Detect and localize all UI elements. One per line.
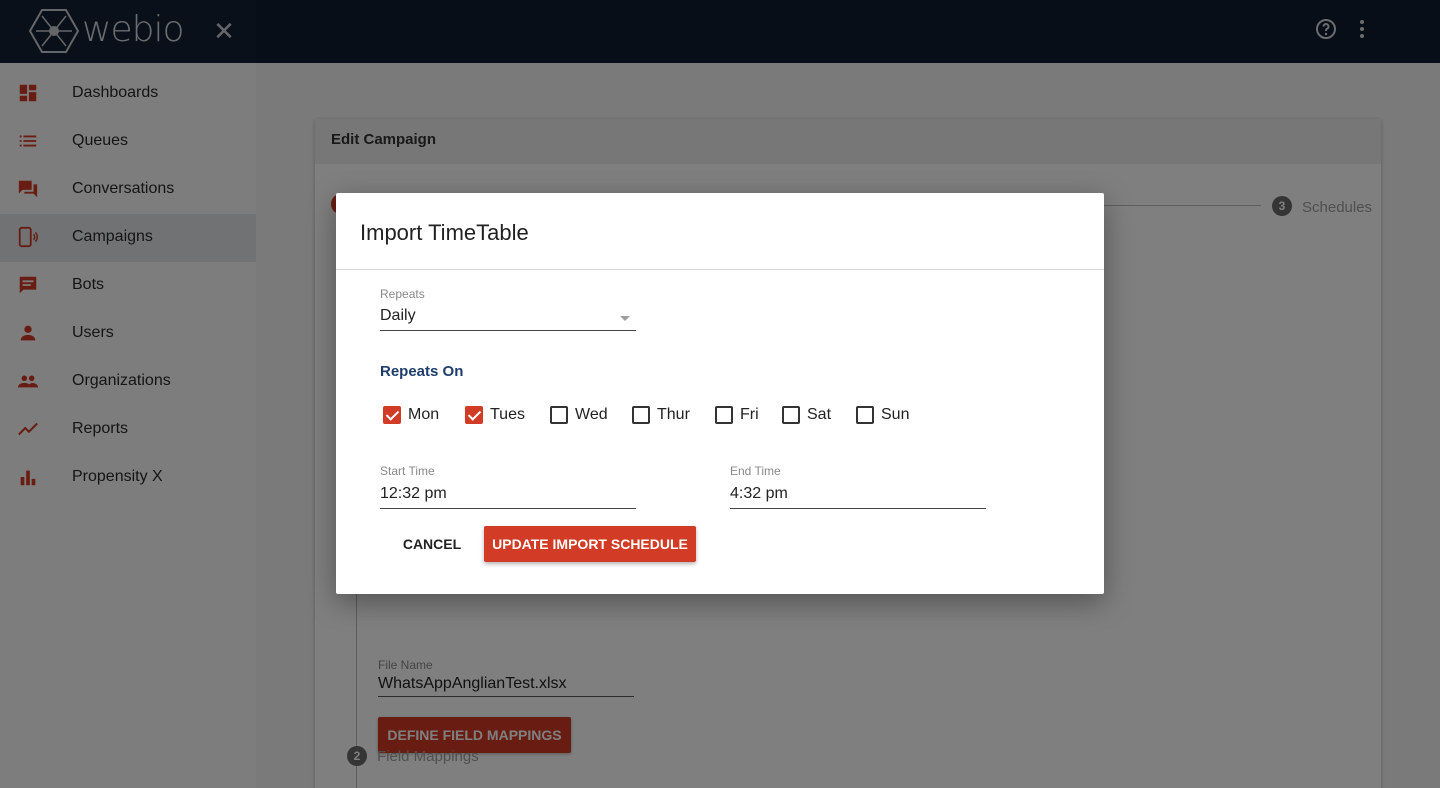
checkbox-unchecked-icon[interactable] xyxy=(715,406,733,424)
day-label: Fri xyxy=(740,406,759,423)
dialog-divider xyxy=(336,269,1104,270)
import-timetable-dialog: Import TimeTable Repeats Daily Repeats O… xyxy=(336,193,1104,594)
start-time-input[interactable]: 12:32 pm xyxy=(380,485,636,509)
cancel-button[interactable]: CANCEL xyxy=(388,526,476,562)
update-import-schedule-button[interactable]: UPDATE IMPORT SCHEDULE xyxy=(484,526,696,562)
day-label: Sun xyxy=(881,406,910,423)
checkbox-fri[interactable]: Fri xyxy=(715,405,759,425)
checkbox-unchecked-icon[interactable] xyxy=(856,406,874,424)
end-time-input[interactable]: 4:32 pm xyxy=(730,485,986,509)
end-time-label: End Time xyxy=(730,464,781,478)
checkbox-unchecked-icon[interactable] xyxy=(550,406,568,424)
checkbox-checked-icon[interactable] xyxy=(465,406,483,424)
checkbox-thur[interactable]: Thur xyxy=(632,405,692,425)
checkbox-tues[interactable]: Tues xyxy=(465,405,527,425)
checkbox-checked-icon[interactable] xyxy=(383,406,401,424)
dropdown-arrow-icon xyxy=(620,316,630,321)
day-label: Sat xyxy=(807,406,832,423)
dialog-title: Import TimeTable xyxy=(360,220,529,245)
day-label: Wed xyxy=(575,406,608,423)
day-label: Tues xyxy=(490,406,525,423)
checkbox-unchecked-icon[interactable] xyxy=(782,406,800,424)
checkbox-sun[interactable]: Sun xyxy=(856,405,910,425)
day-label: Thur xyxy=(657,406,690,423)
checkbox-wed[interactable]: Wed xyxy=(550,405,608,425)
repeats-on-title: Repeats On xyxy=(380,363,464,380)
checkbox-sat[interactable]: Sat xyxy=(782,405,832,425)
repeats-value: Daily xyxy=(380,307,416,324)
start-time-label: Start Time xyxy=(380,464,435,478)
repeats-label: Repeats xyxy=(380,287,425,301)
day-label: Mon xyxy=(408,406,440,423)
checkbox-unchecked-icon[interactable] xyxy=(632,406,650,424)
checkbox-mon[interactable]: Mon xyxy=(383,405,443,425)
repeats-select[interactable]: Daily xyxy=(380,307,636,331)
